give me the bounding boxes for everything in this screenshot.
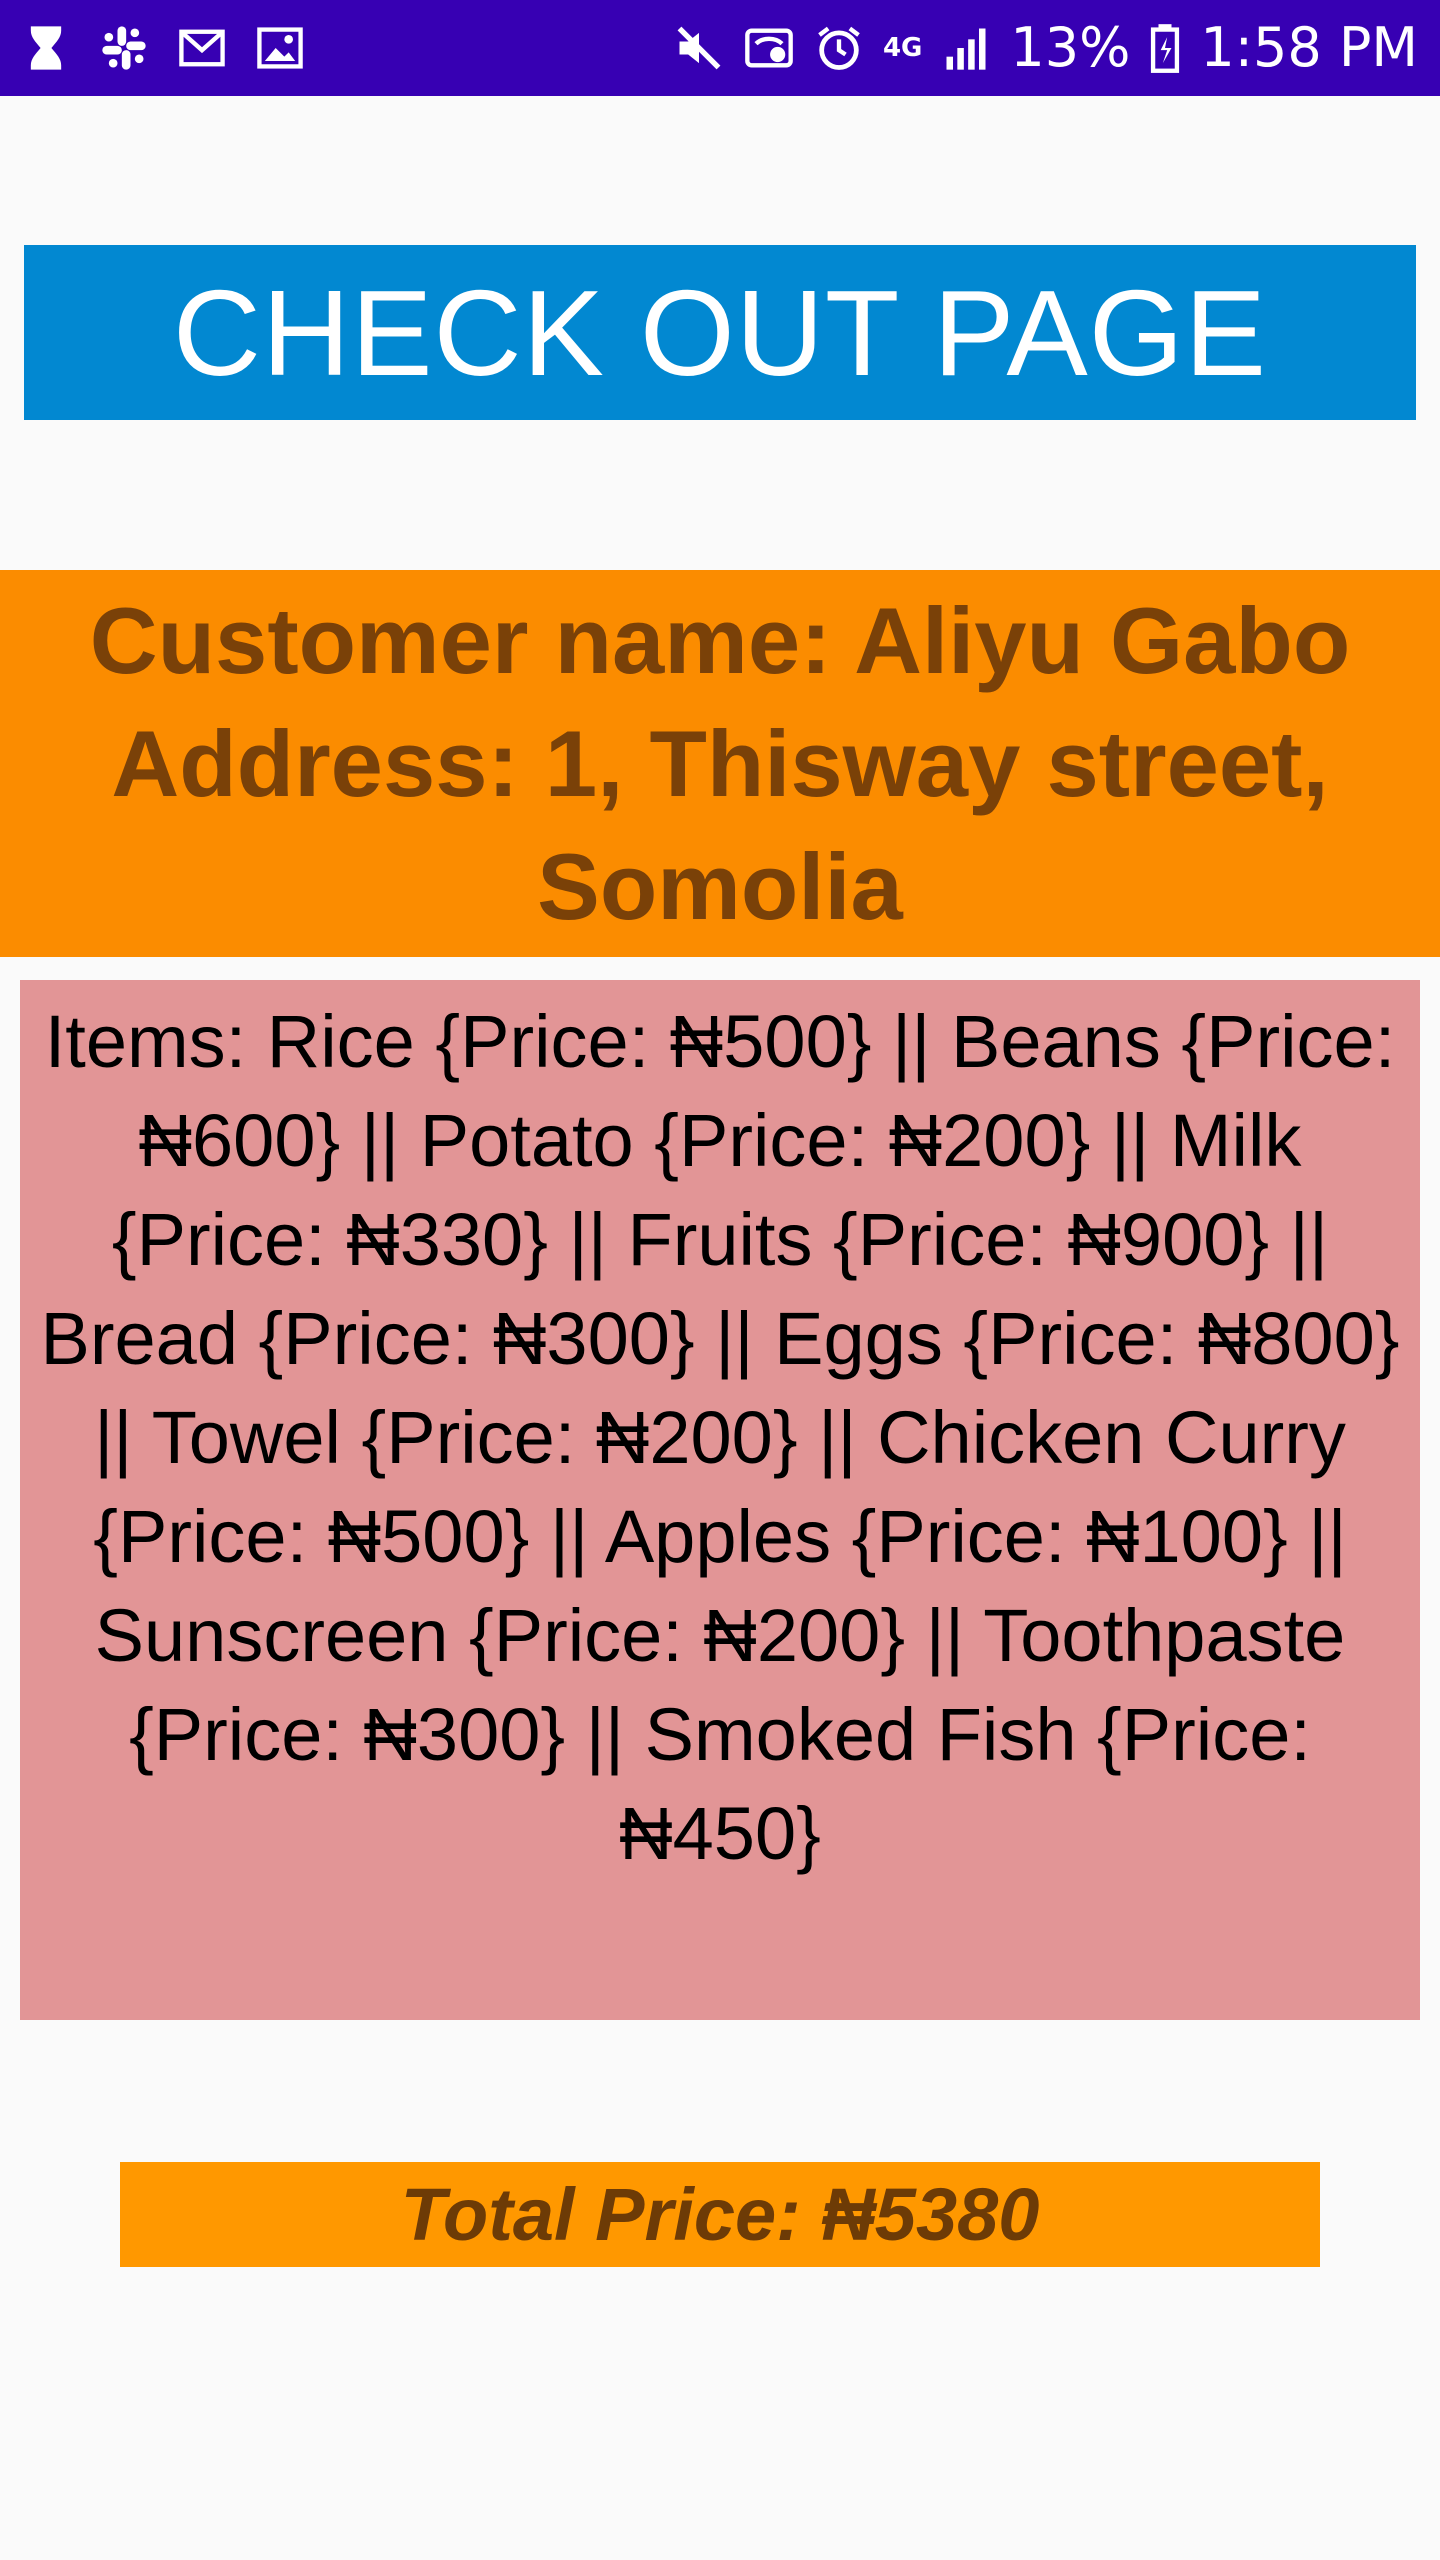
total-price: Total Price: ₦5380 bbox=[120, 2162, 1320, 2267]
customer-name: Customer name: Aliyu Gabo bbox=[89, 588, 1351, 693]
notification-icons bbox=[20, 18, 306, 78]
system-icons: 4G 13% 1:58 PM bbox=[673, 14, 1418, 82]
clock: 1:58 PM bbox=[1200, 16, 1418, 79]
customer-info: Customer name: Aliyu Gabo Address: 1, Th… bbox=[30, 579, 1410, 948]
customer-address: Address: 1, Thisway street, Somolia bbox=[111, 711, 1329, 939]
network-4g-icon: 4G bbox=[882, 33, 923, 63]
status-bar: 4G 13% 1:58 PM bbox=[0, 0, 1440, 96]
slack-icon bbox=[98, 22, 150, 74]
signal-icon bbox=[940, 22, 992, 74]
image-icon bbox=[254, 22, 306, 74]
checkout-title: CHECK OUT PAGE bbox=[24, 245, 1416, 420]
hourglass-icon bbox=[20, 22, 72, 74]
battery-icon bbox=[1148, 22, 1182, 74]
mail-icon bbox=[176, 22, 228, 74]
battery-percent: 13% bbox=[1010, 16, 1131, 79]
items-list: Items: Rice {Price: ₦500} || Beans {Pric… bbox=[20, 980, 1420, 2020]
alarm-icon bbox=[813, 22, 865, 74]
customer-info-panel: Customer name: Aliyu Gabo Address: 1, Th… bbox=[0, 570, 1440, 957]
mute-icon bbox=[673, 22, 725, 74]
wifi-calling-icon bbox=[743, 22, 795, 74]
